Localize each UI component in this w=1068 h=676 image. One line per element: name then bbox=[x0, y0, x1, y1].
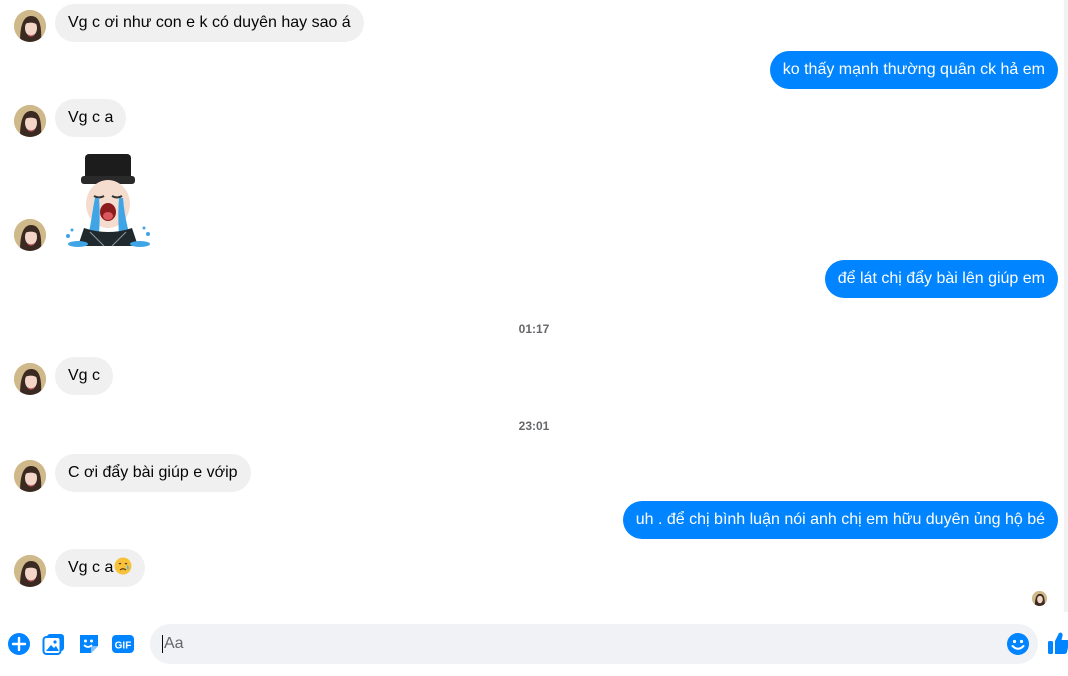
gif-icon[interactable]: GIF bbox=[111, 632, 135, 656]
incoming-message[interactable]: Vg c a bbox=[55, 549, 146, 587]
incoming-message[interactable]: C ơi đẩy bài giúp e vớip bbox=[55, 454, 251, 492]
message-text: Vg c a bbox=[68, 559, 114, 576]
message-text: C ơi đẩy bài giúp e vớip bbox=[68, 464, 238, 481]
thumbs-up-icon[interactable] bbox=[1046, 630, 1068, 656]
timestamp: 23:01 bbox=[518, 419, 550, 433]
message-text: uh . để chị bình luận nói anh chị em hữu… bbox=[635, 511, 1045, 528]
avatar[interactable] bbox=[14, 219, 46, 251]
incoming-message[interactable]: Vg c a bbox=[55, 99, 127, 137]
sad-relieved-face-icon bbox=[114, 552, 132, 575]
message-text: Vg c a bbox=[68, 109, 114, 126]
avatar[interactable] bbox=[14, 555, 46, 587]
outgoing-message[interactable]: để lát chị đẩy bài lên giúp em bbox=[824, 260, 1058, 298]
timestamp: 01:17 bbox=[518, 322, 550, 336]
outgoing-message[interactable]: ko thấy mạnh thường quân ck hả em bbox=[769, 51, 1058, 89]
plus-icon[interactable] bbox=[7, 632, 31, 656]
gif-label: GIF bbox=[115, 641, 132, 652]
incoming-message[interactable]: Vg c bbox=[55, 357, 114, 395]
message-text: Vg c bbox=[68, 367, 101, 384]
image-icon[interactable] bbox=[42, 632, 66, 656]
message-text: Vg c ơi như con e k có duyên hay sao á bbox=[68, 14, 351, 31]
message-list: Vg c ơi như con e k có duyên hay sao á k… bbox=[0, 0, 1068, 612]
scrollbar[interactable] bbox=[1064, 0, 1068, 612]
incoming-message[interactable]: Vg c ơi như con e k có duyên hay sao á bbox=[55, 4, 364, 42]
message-input[interactable]: Aa bbox=[150, 624, 1038, 664]
avatar[interactable] bbox=[14, 460, 46, 492]
avatar[interactable] bbox=[14, 10, 46, 42]
avatar[interactable] bbox=[14, 363, 46, 395]
message-composer: GIF Aa bbox=[0, 620, 1068, 670]
message-text: để lát chị đẩy bài lên giúp em bbox=[837, 270, 1045, 287]
seen-avatar bbox=[1032, 591, 1047, 606]
text-caret bbox=[162, 634, 163, 653]
outgoing-message[interactable]: uh . để chị bình luận nói anh chị em hữu… bbox=[622, 501, 1058, 539]
sticker-icon[interactable] bbox=[77, 632, 101, 656]
emoji-icon[interactable] bbox=[1006, 632, 1030, 656]
message-input-placeholder: Aa bbox=[164, 635, 184, 652]
crying-sticker[interactable] bbox=[64, 152, 152, 250]
avatar[interactable] bbox=[14, 105, 46, 137]
message-text: ko thấy mạnh thường quân ck hả em bbox=[782, 61, 1045, 78]
